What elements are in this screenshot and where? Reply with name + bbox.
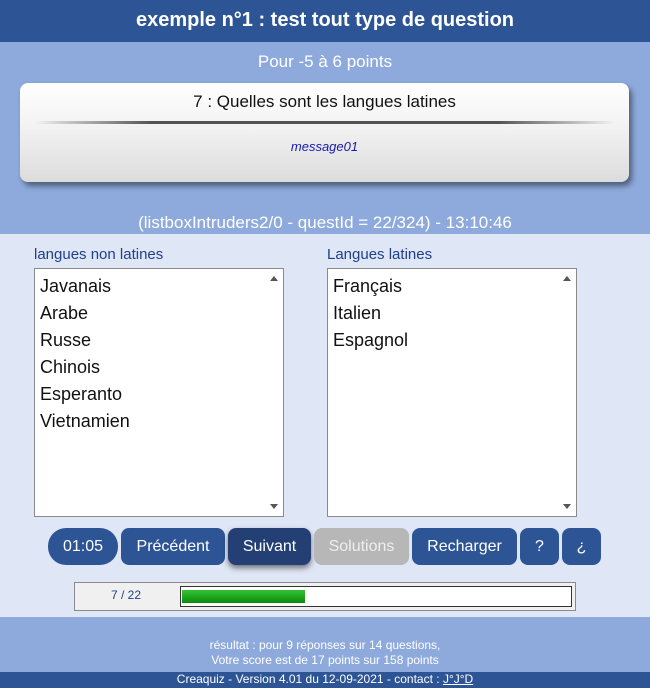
solutions-button[interactable]: Solutions: [314, 528, 409, 565]
result-summary: résultat : pour 9 réponses sur 14 questi…: [209, 638, 441, 652]
scroll-down-icon[interactable]: [563, 504, 571, 509]
previous-button[interactable]: Précédent: [121, 528, 225, 565]
timer-button[interactable]: 01:05: [48, 528, 118, 565]
question-box: 7 : Quelles sont les langues latines mes…: [20, 83, 629, 182]
list-item[interactable]: Espagnol: [333, 327, 408, 354]
question-divider: [34, 121, 615, 124]
list-item[interactable]: Italien: [333, 300, 408, 327]
result-area: résultat : pour 9 réponses sur 14 questi…: [0, 617, 650, 672]
progress-label: 7 / 22: [111, 588, 142, 602]
page-title: exemple n°1 : test tout type de question: [135, 9, 515, 31]
progress-fill: [182, 590, 305, 603]
scroll-up-icon[interactable]: [563, 276, 571, 281]
progress-bar: [180, 586, 572, 607]
question-info: (listboxIntruders2/0 - questId = 22/324)…: [138, 213, 512, 232]
list-item[interactable]: Français: [333, 273, 408, 300]
non-latin-items: Javanais Arabe Russe Chinois Esperanto V…: [40, 273, 130, 435]
list-item[interactable]: Javanais: [40, 273, 130, 300]
latin-listbox[interactable]: Français Italien Espagnol: [327, 268, 577, 517]
scroll-down-icon[interactable]: [270, 504, 278, 509]
result-score: Votre score est de 17 points sur 158 poi…: [211, 653, 439, 667]
scrollbar[interactable]: [266, 269, 283, 516]
footer-text: Creaquiz - Version 4.01 du 12-09-2021 - …: [176, 672, 443, 686]
points-range: Pour -5 à 6 points: [257, 52, 393, 71]
progress-panel: 7 / 22: [74, 582, 576, 611]
question-message: message01: [290, 139, 359, 154]
scroll-up-icon[interactable]: [270, 276, 278, 281]
help-button[interactable]: ?: [520, 528, 559, 565]
next-button[interactable]: Suivant: [228, 528, 311, 565]
page-footer: Creaquiz - Version 4.01 du 12-09-2021 - …: [0, 672, 650, 688]
right-list-label: Langues latines: [327, 246, 433, 263]
question-title: 7 : Quelles sont les langues latines: [193, 92, 456, 111]
inverted-help-button[interactable]: ¿: [562, 528, 601, 565]
list-item[interactable]: Russe: [40, 327, 130, 354]
latin-items: Français Italien Espagnol: [333, 273, 408, 354]
scrollbar[interactable]: [559, 269, 576, 516]
contact-link[interactable]: J°J°D: [443, 672, 473, 686]
reload-button[interactable]: Recharger: [412, 528, 517, 565]
list-item[interactable]: Vietnamien: [40, 408, 130, 435]
list-item[interactable]: Esperanto: [40, 381, 130, 408]
question-area: Pour -5 à 6 points 7 : Quelles sont les …: [0, 42, 650, 234]
non-latin-listbox[interactable]: Javanais Arabe Russe Chinois Esperanto V…: [34, 268, 284, 517]
page-header: exemple n°1 : test tout type de question: [0, 0, 650, 42]
left-list-label: langues non latines: [34, 246, 164, 263]
list-item[interactable]: Arabe: [40, 300, 130, 327]
list-item[interactable]: Chinois: [40, 354, 130, 381]
